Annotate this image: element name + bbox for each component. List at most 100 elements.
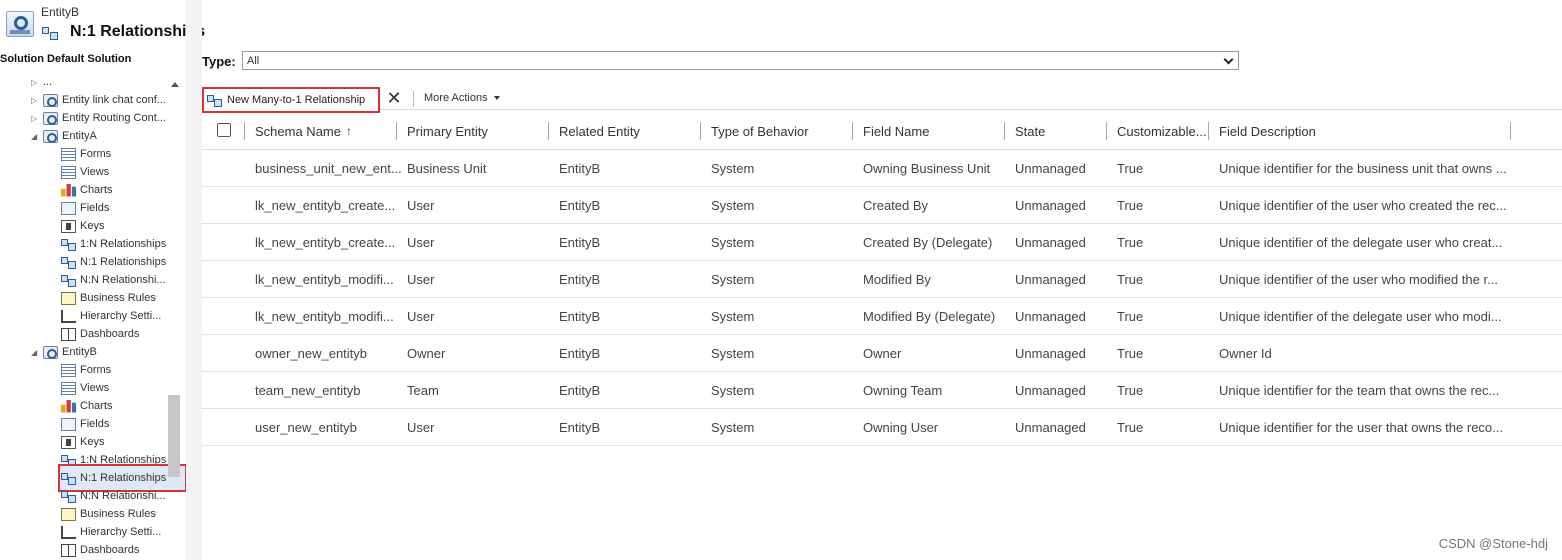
column-header[interactable]: Type of Behavior (711, 112, 809, 150)
hierarchy-icon (61, 309, 76, 323)
column-header[interactable]: Customizable... (1117, 112, 1207, 150)
forms-icon (61, 363, 76, 377)
table-cell: EntityB (559, 161, 601, 176)
column-resize-handle[interactable] (1510, 122, 1511, 140)
column-header[interactable]: Field Description (1219, 112, 1316, 150)
solution-label: Solution Default Solution (0, 53, 132, 65)
column-header[interactable]: Schema Name ↑ (255, 112, 352, 150)
table-row[interactable]: team_new_entityb Team EntityB System Owning … (202, 372, 1562, 409)
table-cell: System (711, 383, 755, 398)
table-cell: business_unit_new_ent... (255, 161, 402, 176)
table-row[interactable]: business_unit_new_ent... Business Unit Ent… (202, 150, 1562, 187)
sidebar-item[interactable]: Keys (61, 433, 104, 451)
sidebar-item[interactable]: Hierarchy Setti... (61, 523, 161, 541)
sidebar-item[interactable]: ▷ Entity Routing Cont... (31, 109, 166, 127)
column-resize-handle[interactable] (548, 122, 549, 140)
sidebar-item[interactable]: Business Rules (61, 505, 156, 523)
sidebar-item[interactable]: N:N Relationshi... (61, 487, 166, 505)
sidebar-item[interactable]: Charts (61, 181, 112, 199)
sidebar-item-label: N:1 Relationships (80, 256, 167, 268)
table-cell: EntityB (559, 198, 601, 213)
table-row[interactable]: owner_new_entityb Owner EntityB System Owner… (202, 335, 1562, 372)
delete-icon[interactable]: ✕ (386, 89, 402, 107)
table-cell: True (1117, 161, 1144, 176)
table-cell: lk_new_entityb_create... (255, 235, 396, 250)
keys-icon (61, 219, 76, 233)
sidebar-item-label: EntityA (62, 130, 97, 142)
sidebar-item[interactable]: N:1 Relationships (61, 253, 166, 271)
sidebar-item[interactable]: Fields (61, 199, 109, 217)
table-cell: User (407, 272, 435, 287)
column-resize-handle[interactable] (1208, 122, 1209, 140)
sidebar-item[interactable]: Fields (61, 415, 109, 433)
expanded-arrow-icon[interactable]: ◢ (31, 132, 39, 141)
table-row[interactable]: lk_new_entityb_create... User EntityB Syste… (202, 187, 1562, 224)
table-row[interactable]: user_new_entityb User EntityB System Owning … (202, 409, 1562, 446)
column-header[interactable]: Primary Entity (407, 112, 488, 150)
collapsed-arrow-icon[interactable]: ▷ (31, 96, 39, 105)
table-cell: System (711, 161, 755, 176)
sidebar-divider (186, 0, 202, 560)
sidebar-item[interactable]: Keys (61, 217, 104, 235)
column-header-label: Primary Entity (407, 123, 488, 139)
table-cell: System (711, 272, 755, 287)
new-many-to-one-relationship-button[interactable]: New Many-to-1 Relationship (202, 87, 380, 113)
sidebar-item[interactable]: Views (61, 163, 109, 181)
table-cell: System (711, 235, 755, 250)
sidebar-item-label: Charts (80, 400, 113, 412)
relationships-grid: Schema Name ↑ Primary Entity Related Entity… (202, 112, 1562, 446)
sidebar-item[interactable]: Forms (61, 145, 111, 163)
sidebar-item[interactable]: ▷ Entity link chat conf... (31, 91, 166, 109)
column-header-label: Related Entity (559, 123, 640, 139)
column-resize-handle[interactable] (700, 122, 701, 140)
sidebar-item-label: Fields (80, 202, 110, 214)
table-row[interactable]: lk_new_entityb_modifi... User EntityB Syste… (202, 298, 1562, 335)
column-resize-handle[interactable] (852, 122, 853, 140)
sidebar-scrollbar-thumb[interactable] (168, 395, 180, 477)
table-cell: Created By (863, 198, 929, 213)
sidebar-item[interactable]: ◢ EntityA (31, 127, 97, 145)
sidebar-item-label: Dashboards (80, 328, 140, 340)
sidebar-item[interactable]: ▷... (31, 73, 52, 91)
header-entity-name: EntityB (41, 5, 80, 19)
more-actions-button[interactable]: More Actions (424, 92, 500, 104)
column-header[interactable]: Related Entity (559, 112, 640, 150)
sidebar-item[interactable]: Views (61, 379, 109, 397)
sidebar-item[interactable]: 1:N Relationships (61, 235, 166, 253)
collapsed-arrow-icon[interactable]: ▷ (31, 78, 39, 87)
column-header[interactable]: State (1015, 112, 1045, 150)
sidebar-item[interactable]: ◢ EntityB (31, 343, 97, 361)
sidebar-item[interactable]: Dashboards (61, 325, 139, 343)
select-all-checkbox[interactable] (217, 123, 231, 137)
sidebar-item-label: Business Rules (80, 292, 156, 304)
sidebar-item-label: Hierarchy Setti... (80, 526, 162, 538)
relationship-icon (61, 238, 76, 251)
column-header[interactable]: Field Name (863, 112, 929, 150)
sidebar-item[interactable]: N:N Relationshi... (61, 271, 166, 289)
column-header-label: State (1015, 123, 1046, 139)
table-cell: System (711, 309, 755, 324)
column-resize-handle[interactable] (244, 122, 245, 140)
table-cell: EntityB (559, 383, 601, 398)
table-cell: True (1117, 235, 1144, 250)
type-filter-select[interactable]: All (242, 51, 1239, 70)
table-cell: Created By (Delegate) (863, 235, 993, 250)
table-cell: Owner (407, 346, 446, 361)
table-row[interactable]: lk_new_entityb_modifi... User EntityB Syste… (202, 261, 1562, 298)
sidebar-item[interactable]: Forms (61, 361, 111, 379)
sidebar-item[interactable]: Business Rules (61, 289, 156, 307)
grid-header: Schema Name ↑ Primary Entity Related Entity… (202, 112, 1562, 150)
column-resize-handle[interactable] (396, 122, 397, 140)
sidebar-item[interactable]: Charts (61, 397, 112, 415)
scroll-up-arrow-icon[interactable] (171, 82, 179, 87)
column-resize-handle[interactable] (1004, 122, 1005, 140)
table-cell: lk_new_entityb_create... (255, 198, 396, 213)
collapsed-arrow-icon[interactable]: ▷ (31, 114, 39, 123)
sidebar-item-label: 1:N Relationships (80, 238, 167, 250)
table-row[interactable]: lk_new_entityb_create... User EntityB Syste… (202, 224, 1562, 261)
sidebar-item[interactable]: Hierarchy Setti... (61, 307, 161, 325)
column-resize-handle[interactable] (1106, 122, 1107, 140)
sidebar-item[interactable]: Dashboards (61, 541, 139, 559)
dashboards-icon (61, 543, 76, 557)
expanded-arrow-icon[interactable]: ◢ (31, 348, 39, 357)
